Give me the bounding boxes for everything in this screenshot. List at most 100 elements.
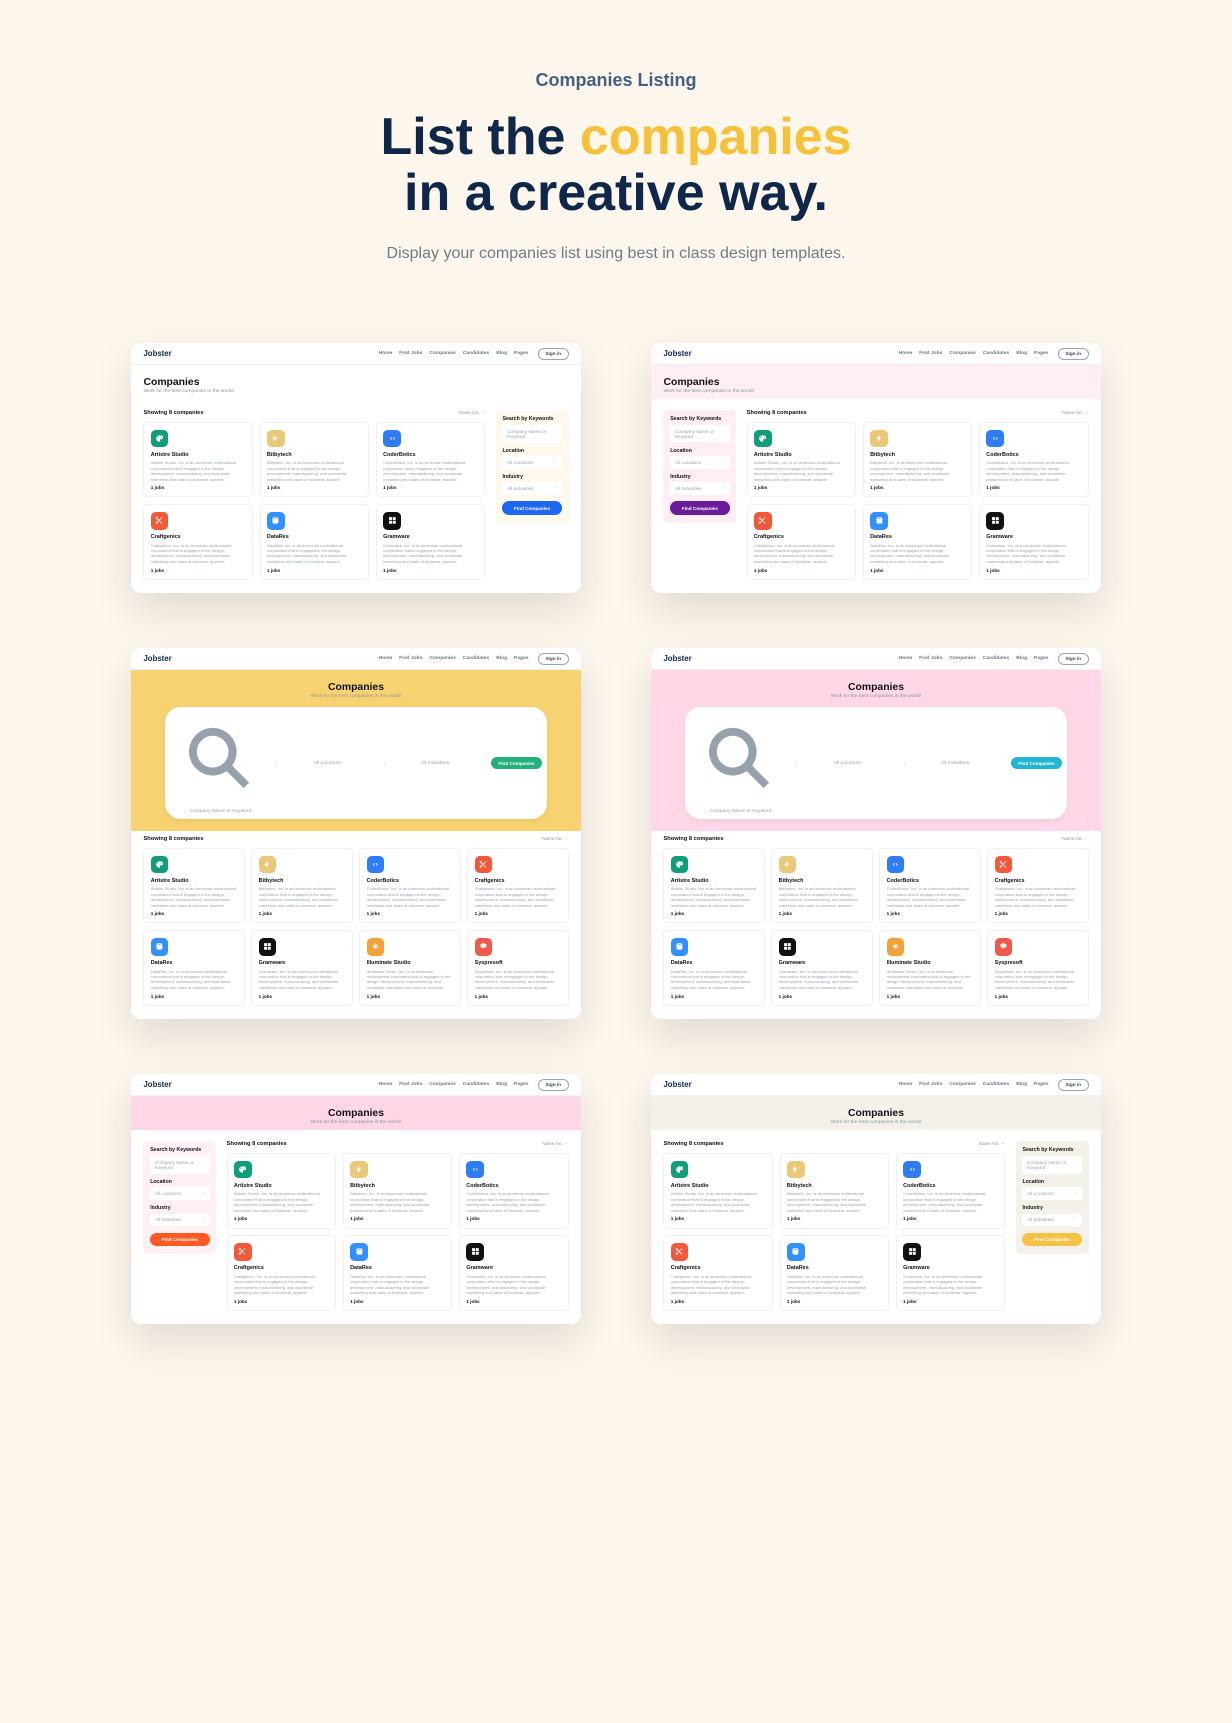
nav-item[interactable]: Companies — [429, 351, 456, 356]
company-card[interactable]: GramwareGramware, Inc. is an American mu… — [771, 930, 872, 1006]
company-card[interactable]: BitbytechBitbytech, Inc. is an American … — [343, 1153, 452, 1229]
industry-select[interactable]: All Industries — [502, 482, 561, 494]
nav-item[interactable]: Home — [379, 656, 393, 661]
company-card[interactable]: Illuminate StudioIlluminate Studio, Inc.… — [879, 930, 980, 1006]
company-card[interactable]: DataResDataRes, Inc. is an American mult… — [143, 930, 244, 1006]
company-card[interactable]: BitbytechBitbytech, Inc. is an American … — [251, 848, 352, 924]
brand-logo[interactable]: Jobster — [663, 349, 691, 358]
location-select[interactable]: All Locations — [670, 456, 729, 468]
nav-item[interactable]: Pages — [514, 656, 529, 661]
company-card[interactable]: Artistre StudioArtistre Studio, Inc. is … — [663, 848, 764, 924]
nav-item[interactable]: Find Jobs — [919, 351, 942, 356]
company-card[interactable]: DataResDataRes, Inc. is an American mult… — [780, 1235, 889, 1311]
nav-item[interactable]: Companies — [949, 656, 976, 661]
company-card[interactable]: SyspresoftSyspresoft, Inc. is an America… — [987, 930, 1088, 1006]
template-preview[interactable]: Jobster Home Find Jobs Companies Candidates B… — [651, 648, 1101, 1019]
company-card[interactable]: Artistre StudioArtistre Studio, Inc. is … — [663, 1153, 772, 1229]
nav-item[interactable]: Blog — [1016, 1082, 1027, 1087]
company-card[interactable]: DataResDataRes, Inc. is an American mult… — [260, 504, 369, 580]
nav-item[interactable]: Find Jobs — [399, 351, 422, 356]
search-submit-button[interactable]: Find Companies — [1011, 757, 1062, 769]
sign-in-button[interactable]: Sign in — [538, 348, 569, 360]
industry-select[interactable]: All Industries — [150, 1214, 209, 1226]
nav-item[interactable]: Pages — [1034, 1082, 1049, 1087]
company-card[interactable]: BitbytechBitbytech, Inc. is an American … — [780, 1153, 889, 1229]
nav-item[interactable]: Candidates — [983, 656, 1010, 661]
search-location-field[interactable]: All Locations — [276, 761, 378, 766]
company-card[interactable]: CoderBoticsCoderBotics, Inc. is an Ameri… — [376, 422, 485, 498]
nav-item[interactable]: Pages — [1034, 351, 1049, 356]
template-preview[interactable]: Jobster Home Find Jobs Companies Candidates B… — [651, 1074, 1101, 1324]
template-preview[interactable]: JobsterHomeFind JobsCompaniesCandidatesB… — [131, 648, 581, 1019]
sign-in-button[interactable]: Sign in — [1058, 348, 1089, 360]
company-card[interactable]: BitbytechBitbytech, Inc. is an American … — [260, 422, 369, 498]
company-card[interactable]: DataResDataRes, Inc. is an American mult… — [863, 504, 972, 580]
nav-item[interactable]: Blog — [496, 1082, 507, 1087]
nav-item[interactable]: Home — [379, 1082, 393, 1087]
nav-item[interactable]: Blog — [1016, 351, 1027, 356]
search-industry-field[interactable]: All Industries — [384, 761, 486, 766]
sign-in-button[interactable]: Sign in — [1058, 1079, 1089, 1091]
search-keyword-field[interactable]: Company Name or Keyword — [690, 712, 791, 814]
template-preview[interactable]: JobsterHomeFind JobsCompaniesCandidatesB… — [131, 343, 581, 593]
search-location-field[interactable]: All Locations — [796, 761, 898, 766]
search-industry-field[interactable]: All Industries — [904, 761, 1006, 766]
company-card[interactable]: CoderBoticsCoderBotics, Inc. is an Ameri… — [359, 848, 460, 924]
industry-select[interactable]: All Industries — [1022, 1214, 1081, 1226]
nav-item[interactable]: Home — [899, 351, 913, 356]
nav-item[interactable]: Pages — [1034, 656, 1049, 661]
company-card[interactable]: GramwareGramware, Inc. is an American mu… — [896, 1235, 1005, 1311]
nav-item[interactable]: Find Jobs — [919, 1082, 942, 1087]
nav-item[interactable]: Home — [899, 1082, 913, 1087]
brand-logo[interactable]: Jobster — [663, 654, 691, 663]
filter-submit-button[interactable]: Find Companies — [502, 501, 561, 514]
sign-in-button[interactable]: Sign in — [538, 653, 569, 665]
nav-item[interactable]: Pages — [514, 1082, 529, 1087]
company-card[interactable]: GramwareGramware, Inc. is an American mu… — [251, 930, 352, 1006]
brand-logo[interactable]: Jobster — [143, 349, 171, 358]
filter-submit-button[interactable]: Find Companies — [150, 1233, 209, 1246]
keywords-input[interactable]: Company Name or Keyword — [502, 425, 561, 442]
company-card[interactable]: CraftgenicsCraftgenics, Inc. is an Ameri… — [987, 848, 1088, 924]
company-card[interactable]: CoderBoticsCoderBotics, Inc. is an Ameri… — [879, 848, 980, 924]
brand-logo[interactable]: Jobster — [663, 1080, 691, 1089]
sign-in-button[interactable]: Sign in — [1058, 653, 1089, 665]
nav-item[interactable]: Companies — [949, 351, 976, 356]
nav-item[interactable]: Blog — [1016, 656, 1027, 661]
filter-submit-button[interactable]: Find Companies — [670, 501, 729, 514]
nav-item[interactable]: Companies — [949, 1082, 976, 1087]
nav-item[interactable]: Candidates — [983, 1082, 1010, 1087]
sign-in-button[interactable]: Sign in — [538, 1079, 569, 1091]
keywords-input[interactable]: Company Name or Keyword — [670, 425, 729, 442]
nav-item[interactable]: Companies — [429, 1082, 456, 1087]
sort-control[interactable]: Name Asc — [1062, 410, 1088, 415]
company-card[interactable]: CraftgenicsCraftgenics, Inc. is an Ameri… — [747, 504, 856, 580]
sort-control[interactable]: Name Asc — [542, 1141, 568, 1146]
nav-item[interactable]: Home — [379, 351, 393, 356]
company-card[interactable]: Artistre StudioArtistre Studio, Inc. is … — [143, 848, 244, 924]
company-card[interactable]: GramwareGramware, Inc. is an American mu… — [376, 504, 485, 580]
search-keyword-field[interactable]: Company Name or Keyword — [170, 712, 271, 814]
template-preview[interactable]: Jobster Home Find Jobs Companies Candidates B… — [651, 343, 1101, 593]
company-card[interactable]: CoderBoticsCoderBotics, Inc. is an Ameri… — [979, 422, 1088, 498]
nav-item[interactable]: Find Jobs — [919, 656, 942, 661]
nav-item[interactable]: Home — [899, 656, 913, 661]
company-card[interactable]: CraftgenicsCraftgenics, Inc. is an Ameri… — [143, 504, 252, 580]
search-submit-button[interactable]: Find Companies — [491, 757, 542, 769]
company-card[interactable]: CoderBoticsCoderBotics, Inc. is an Ameri… — [459, 1153, 568, 1229]
location-select[interactable]: All Locations — [502, 456, 561, 468]
filter-submit-button[interactable]: Find Companies — [1022, 1233, 1081, 1246]
company-card[interactable]: GramwareGramware, Inc. is an American mu… — [459, 1235, 568, 1311]
nav-item[interactable]: Candidates — [463, 656, 490, 661]
nav-item[interactable]: Find Jobs — [399, 1082, 422, 1087]
nav-item[interactable]: Candidates — [983, 351, 1010, 356]
brand-logo[interactable]: Jobster — [143, 1080, 171, 1089]
company-card[interactable]: Artistre StudioArtistre Studio, Inc. is … — [747, 422, 856, 498]
company-card[interactable]: CraftgenicsCraftgenics, Inc. is an Ameri… — [663, 1235, 772, 1311]
company-card[interactable]: DataResDataRes, Inc. is an American mult… — [663, 930, 764, 1006]
sort-control[interactable]: Name Asc — [459, 410, 485, 415]
nav-item[interactable]: Blog — [496, 351, 507, 356]
company-card[interactable]: CraftgenicsCraftgenics, Inc. is an Ameri… — [467, 848, 568, 924]
keywords-input[interactable]: Company Name or Keyword — [1022, 1156, 1081, 1173]
sort-control[interactable]: Name Asc — [1062, 836, 1088, 841]
